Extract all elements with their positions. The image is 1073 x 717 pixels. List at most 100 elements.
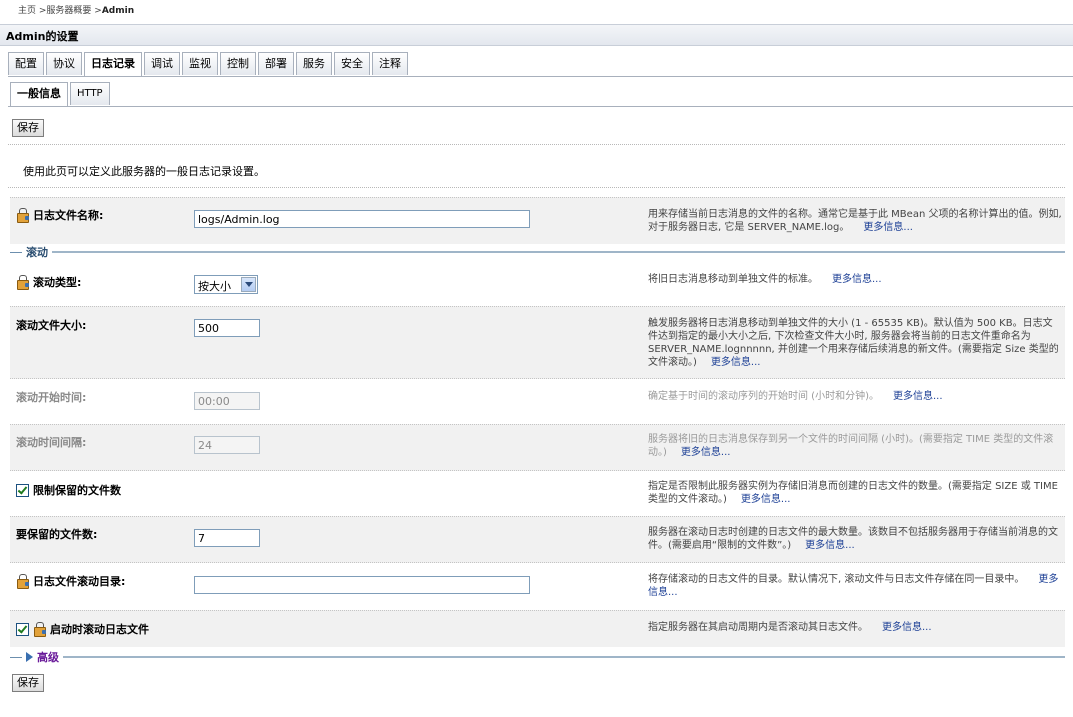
row-rotation-file-size: 滚动文件大小: 触发服务器将日志消息移动到单独文件的大小 (1 - 65535 …: [10, 306, 1065, 379]
log-rotation-dir-input[interactable]: [194, 576, 530, 594]
log-file-name-help: 用来存储当前日志消息的文件的名称。通常它是基于此 MBean 父项的名称计算出的…: [648, 208, 1062, 234]
log-rotation-dir-help: 将存储滚动的日志文件的目录。默认情况下, 滚动文件与日志文件存储在同一目录中。更…: [648, 573, 1062, 599]
tab-control[interactable]: 控制: [220, 52, 256, 75]
main-tabs: 配置 协议 日志记录 调试 监视 控制 部署 服务 安全 注释: [8, 52, 410, 77]
row-rotate-on-startup: 启动时滚动日志文件 指定服务器在其启动周期内是否滚动其日志文件。 更多信息...: [10, 610, 1065, 647]
rotation-type-help: 将旧日志消息移动到单独文件的标准。 更多信息...: [648, 273, 1062, 286]
rotate-on-startup-help: 指定服务器在其启动周期内是否滚动其日志文件。 更多信息...: [648, 621, 1062, 634]
subtab-http[interactable]: HTTP: [70, 82, 110, 105]
rotation-file-size-help: 触发服务器将日志消息移动到单独文件的大小 (1 - 65535 KB)。默认值为…: [648, 317, 1062, 369]
breadcrumb-home[interactable]: 主页: [18, 6, 36, 16]
title-bar: Admin的设置: [0, 24, 1073, 46]
field-label: 日志文件滚动目录:: [33, 575, 126, 588]
field-label: 要保留的文件数:: [16, 528, 98, 541]
section-rotation: 滚动: [10, 245, 1065, 259]
rotation-start-time-input: [194, 392, 260, 410]
tab-protocols[interactable]: 协议: [46, 52, 82, 75]
rotation-type-label: 滚动类型:: [16, 274, 81, 290]
rotation-interval-label: 滚动时间间隔:: [16, 434, 86, 450]
limit-retained-files-checkbox[interactable]: [16, 483, 29, 497]
row-rotation-start-time: 滚动开始时间: 确定基于时间的滚动序列的开始时间 (小时和分钟)。 更多信息...: [10, 378, 1065, 425]
help-text: 将存储滚动的日志文件的目录。默认情况下, 滚动文件与日志文件存储在同一目录中。: [648, 574, 1025, 585]
select-value: 按大小: [198, 280, 231, 293]
breadcrumb-overview[interactable]: 服务器概要: [46, 6, 91, 16]
lock-icon: [16, 275, 30, 290]
field-label: 滚动类型:: [33, 276, 82, 289]
breadcrumb-separator: >: [91, 6, 102, 16]
row-limit-retained-files: 限制保留的文件数 指定是否限制此服务器实例为存储旧消息而创建的日志文件的数量。(…: [10, 470, 1065, 517]
rotate-on-startup-checkbox[interactable]: [16, 622, 29, 636]
files-to-retain-label: 要保留的文件数:: [16, 526, 97, 542]
log-file-name-input[interactable]: [194, 210, 530, 228]
tab-configuration[interactable]: 配置: [8, 52, 44, 75]
field-label: 滚动文件大小:: [16, 319, 87, 332]
rotation-type-select[interactable]: 按大小: [194, 275, 258, 294]
more-info-link[interactable]: 更多信息...: [805, 540, 855, 551]
row-log-rotation-dir: 日志文件滚动目录: 将存储滚动的日志文件的目录。默认情况下, 滚动文件与日志文件…: [10, 562, 1065, 611]
rotation-file-size-input[interactable]: [194, 319, 260, 337]
more-info-link[interactable]: 更多信息...: [882, 622, 932, 633]
row-log-file-name: 日志文件名称: 用来存储当前日志消息的文件的名称。通常它是基于此 MBean 父…: [10, 197, 1065, 244]
row-files-to-retain: 要保留的文件数: 服务器在滚动日志时创建的日志文件的最大数量。该数目不包括服务器…: [10, 516, 1065, 563]
help-text: 指定是否限制此服务器实例为存储旧消息而创建的日志文件的数量。(需要指定 SIZE…: [648, 481, 1058, 505]
tab-security[interactable]: 安全: [334, 52, 370, 75]
breadcrumb-current: Admin: [101, 6, 135, 16]
more-info-link[interactable]: 更多信息...: [681, 447, 731, 458]
files-to-retain-help: 服务器在滚动日志时创建的日志文件的最大数量。该数目不包括服务器用于存储当前消息的…: [648, 526, 1062, 552]
lock-icon: [16, 208, 30, 223]
divider: [8, 144, 1065, 145]
help-text: 指定服务器在其启动周期内是否滚动其日志文件。: [648, 622, 868, 633]
save-button-top[interactable]: 保存: [12, 119, 44, 137]
more-info-link[interactable]: 更多信息...: [863, 222, 913, 233]
section-advanced-title[interactable]: 高级: [37, 649, 59, 665]
field-label: 限制保留的文件数: [33, 484, 121, 497]
files-to-retain-input[interactable]: [194, 529, 260, 547]
log-rotation-dir-label: 日志文件滚动目录:: [16, 573, 125, 589]
divider: [8, 187, 1065, 188]
section-rotation-title: 滚动: [26, 246, 48, 259]
tab-notes[interactable]: 注释: [372, 52, 408, 75]
subtab-general[interactable]: 一般信息: [10, 82, 68, 107]
help-text: 将旧日志消息移动到单独文件的标准。: [648, 274, 818, 285]
field-label: 滚动开始时间:: [16, 391, 87, 404]
field-label: 启动时滚动日志文件: [50, 623, 149, 636]
help-text: 用来存储当前日志消息的文件的名称。通常它是基于此 MBean 父项的名称计算出的…: [648, 209, 1062, 233]
limit-retained-files-label: 限制保留的文件数: [16, 482, 121, 498]
more-info-link[interactable]: 更多信息...: [893, 391, 943, 402]
row-rotation-type: 滚动类型: 按大小 将旧日志消息移动到单独文件的标准。 更多信息...: [10, 262, 1065, 306]
tab-services[interactable]: 服务: [296, 52, 332, 75]
rotation-start-time-help: 确定基于时间的滚动序列的开始时间 (小时和分钟)。 更多信息...: [648, 390, 1062, 403]
lock-icon: [33, 622, 47, 637]
tab-debug[interactable]: 调试: [144, 52, 180, 75]
expand-triangle-icon[interactable]: [26, 652, 33, 662]
rotation-start-time-label: 滚动开始时间:: [16, 389, 86, 405]
more-info-link[interactable]: 更多信息...: [741, 494, 791, 505]
chevron-down-icon[interactable]: [241, 277, 256, 292]
rotate-on-startup-label: 启动时滚动日志文件: [16, 621, 149, 637]
tab-deployments[interactable]: 部署: [258, 52, 294, 75]
intro-text: 使用此页可以定义此服务器的一般日志记录设置。: [23, 165, 265, 178]
more-info-link[interactable]: 更多信息...: [711, 357, 761, 368]
breadcrumb: 主页 >服务器概要 >Admin: [18, 3, 134, 16]
subtabs-divider: [8, 106, 1073, 107]
limit-retained-files-help: 指定是否限制此服务器实例为存储旧消息而创建的日志文件的数量。(需要指定 SIZE…: [648, 480, 1062, 506]
section-advanced: 高级: [10, 650, 1065, 664]
rotation-interval-help: 服务器将旧的日志消息保存到另一个文件的时间间隔 (小时)。(需要指定 TIME …: [648, 433, 1062, 459]
row-rotation-interval: 滚动时间间隔: 服务器将旧的日志消息保存到另一个文件的时间间隔 (小时)。(需要…: [10, 424, 1065, 471]
lock-icon: [16, 574, 30, 589]
rotation-file-size-label: 滚动文件大小:: [16, 317, 86, 333]
more-info-link[interactable]: 更多信息...: [832, 274, 882, 285]
save-button-bottom[interactable]: 保存: [12, 674, 44, 692]
breadcrumb-separator: >: [36, 6, 47, 16]
tabs-divider: [8, 76, 1073, 77]
tab-monitoring[interactable]: 监视: [182, 52, 218, 75]
field-label: 日志文件名称:: [33, 209, 104, 222]
help-text: 触发服务器将日志消息移动到单独文件的大小 (1 - 65535 KB)。默认值为…: [648, 318, 1059, 368]
sub-tabs: 一般信息 HTTP: [10, 82, 112, 107]
tab-logging[interactable]: 日志记录: [84, 52, 142, 77]
help-text: 确定基于时间的滚动序列的开始时间 (小时和分钟)。: [648, 391, 879, 402]
rotation-interval-input: [194, 436, 260, 454]
log-file-name-label: 日志文件名称:: [16, 207, 103, 223]
page-title: Admin的设置: [6, 30, 79, 43]
field-label: 滚动时间间隔:: [16, 436, 87, 449]
